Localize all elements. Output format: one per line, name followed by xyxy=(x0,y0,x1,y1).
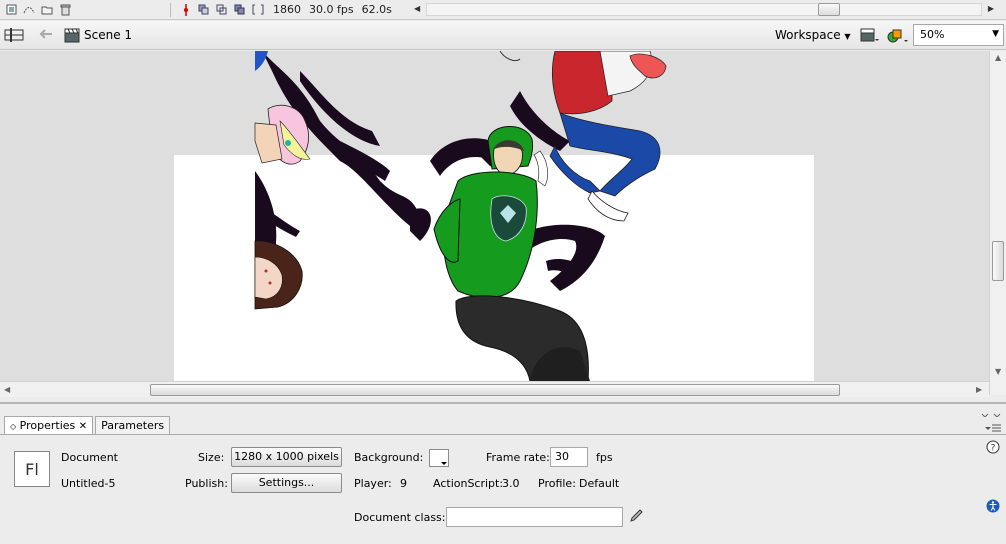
clapperboard-icon xyxy=(64,27,80,46)
onion-skin-icon[interactable] xyxy=(197,4,211,16)
player-value: 9 xyxy=(400,477,407,490)
panel-tabs: ◇ Properties ✕ Parameters xyxy=(4,416,172,434)
properties-panel: ◇ Properties ✕ Parameters Fl Document Un… xyxy=(0,402,1006,544)
flash-document-icon: Fl xyxy=(14,451,50,487)
close-icon[interactable]: ✕ xyxy=(79,421,87,432)
edit-symbols-icon[interactable] xyxy=(886,27,910,48)
settings-button[interactable]: Settings... xyxy=(231,473,342,493)
new-folder-icon[interactable] xyxy=(40,4,54,16)
scene-label[interactable]: Scene 1 xyxy=(84,28,132,42)
size-label: Size: xyxy=(198,451,225,464)
stage-artwork xyxy=(254,51,667,381)
tab-parameters[interactable]: Parameters xyxy=(95,416,171,434)
tab-label: Parameters xyxy=(101,419,165,432)
panel-collapse-icon[interactable] xyxy=(980,407,1004,420)
publish-label: Publish: xyxy=(185,477,228,490)
zoom-value: 50% xyxy=(920,28,945,41)
doc-type-label: Document xyxy=(61,451,118,464)
scroll-up-icon[interactable]: ▲ xyxy=(995,53,1001,62)
stage-area[interactable] xyxy=(0,51,989,381)
onion-skin-outlines-icon[interactable] xyxy=(215,4,229,16)
profile-label: Profile: xyxy=(538,477,576,490)
tab-properties[interactable]: ◇ Properties ✕ xyxy=(4,416,94,434)
back-arrow-icon[interactable] xyxy=(38,27,54,44)
doc-icon-text: Fl xyxy=(25,459,39,479)
chevron-down-icon: ▼ xyxy=(992,29,999,39)
timeline-toggle-icon[interactable] xyxy=(4,27,24,46)
pencil-icon[interactable] xyxy=(628,508,644,527)
actionscript-value: 3.0 xyxy=(502,477,520,490)
new-layer-icon[interactable] xyxy=(4,4,18,16)
fps-unit: fps xyxy=(596,451,613,464)
diamond-icon: ◇ xyxy=(10,422,17,431)
frame-rate-input[interactable]: 30 xyxy=(550,447,588,467)
toolbar-separator xyxy=(170,2,171,17)
scroll-right-icon[interactable]: ▶ xyxy=(976,385,982,394)
delete-icon[interactable] xyxy=(58,4,72,16)
playhead-icon[interactable] xyxy=(179,3,193,16)
accessibility-icon[interactable] xyxy=(986,499,1000,516)
scroll-track[interactable] xyxy=(426,3,982,16)
current-frame: 1860 xyxy=(273,3,301,16)
frame-rate-label: Frame rate: xyxy=(486,451,550,464)
stage-horizontal-scrollbar[interactable]: ◀ ▶ xyxy=(0,381,989,397)
chevron-down-icon: ▼ xyxy=(844,32,851,41)
onion-markers-icon[interactable] xyxy=(251,4,265,16)
stage-vertical-scrollbar[interactable]: ▲ ▼ xyxy=(989,51,1006,395)
workspace-label: Workspace xyxy=(775,28,841,42)
edit-scene-icon[interactable] xyxy=(860,27,880,46)
tab-label: Properties xyxy=(19,419,76,432)
edit-multiple-frames-icon[interactable] xyxy=(233,4,247,16)
svg-text:?: ? xyxy=(991,444,996,454)
document-class-input[interactable] xyxy=(446,507,623,527)
size-button[interactable]: 1280 x 1000 pixels xyxy=(231,447,342,467)
motion-guide-icon[interactable] xyxy=(22,4,36,16)
scroll-left-icon[interactable]: ◀ xyxy=(4,385,10,394)
timeline-horizontal-scrollbar[interactable]: ◀ ▶ xyxy=(414,3,994,16)
doc-name: Untitled-5 xyxy=(61,477,116,490)
scroll-thumb[interactable] xyxy=(818,3,840,16)
document-class-label: Document class: xyxy=(354,511,446,524)
scroll-right-icon[interactable]: ▶ xyxy=(988,4,994,13)
workspace-menu[interactable]: Workspace ▼ xyxy=(775,28,851,42)
profile-value: Default xyxy=(579,477,620,490)
frame-rate-display: 30.0 fps xyxy=(309,3,354,16)
scroll-down-icon[interactable]: ▼ xyxy=(995,367,1001,376)
zoom-select[interactable]: 50% ▼ xyxy=(913,24,1004,46)
actionscript-label: ActionScript: xyxy=(433,477,504,490)
background-label: Background: xyxy=(354,451,424,464)
elapsed-time: 62.0s xyxy=(361,3,392,16)
help-icon[interactable]: ? xyxy=(986,440,1000,457)
timeline-toolbar: 1860 30.0 fps 62.0s ◀ ▶ xyxy=(0,0,1006,20)
flash-ide: 1860 30.0 fps 62.0s ◀ ▶ Scene 1 Workspac… xyxy=(0,0,1006,544)
edit-bar: Scene 1 Workspace ▼ 50% ▼ xyxy=(0,21,1006,50)
player-label: Player: xyxy=(354,477,392,490)
properties-body: Fl Document Untitled-5 Size: 1280 x 1000… xyxy=(0,434,1006,544)
horizontal-scroll-thumb[interactable] xyxy=(150,384,840,396)
background-color-swatch[interactable] xyxy=(429,449,449,467)
scroll-left-icon[interactable]: ◀ xyxy=(414,4,420,13)
vertical-scroll-thumb[interactable] xyxy=(992,241,1004,281)
